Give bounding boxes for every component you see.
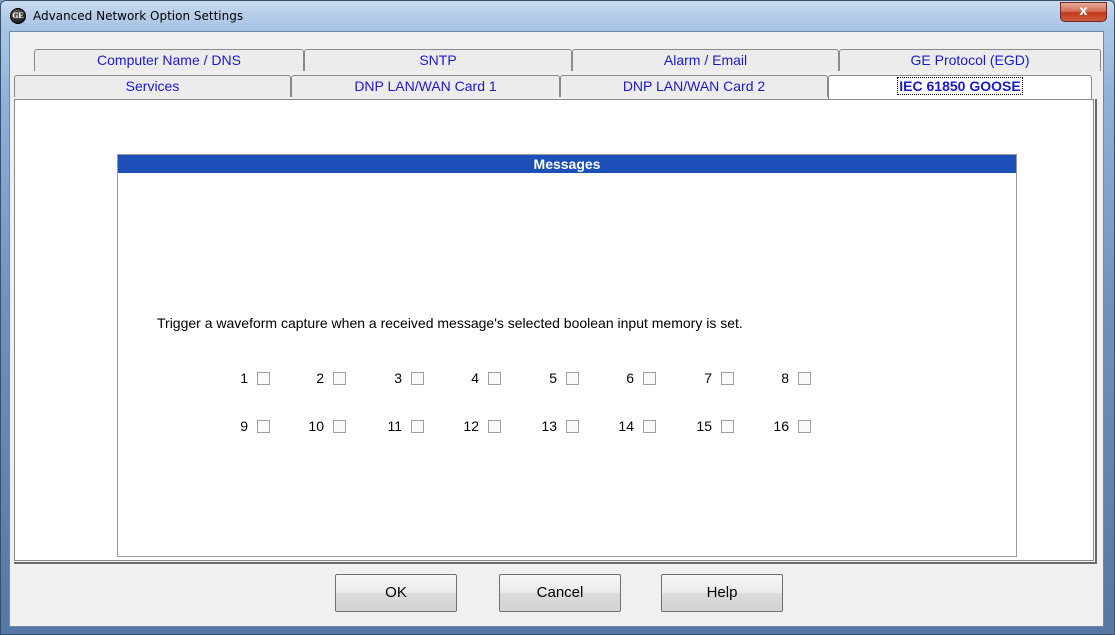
tab-label: Alarm / Email [663, 52, 748, 68]
trigger-instruction-text: Trigger a waveform capture when a receiv… [157, 315, 743, 331]
checkbox-box[interactable] [333, 420, 346, 433]
checkbox-box[interactable] [643, 372, 656, 385]
message-1-checkbox[interactable]: 1 [218, 370, 270, 386]
checkbox-box[interactable] [488, 420, 501, 433]
checkbox-box[interactable] [257, 372, 270, 385]
ok-button[interactable]: OK [335, 574, 457, 612]
help-button[interactable]: Help [661, 574, 783, 612]
message-9-checkbox[interactable]: 9 [218, 418, 270, 434]
messages-group-title: Messages [118, 155, 1016, 173]
message-13-checkbox[interactable]: 13 [527, 418, 579, 434]
message-14-checkbox[interactable]: 14 [604, 418, 656, 434]
checkbox-label: 13 [541, 418, 557, 434]
checkbox-box[interactable] [411, 420, 424, 433]
message-16-checkbox[interactable]: 16 [759, 418, 811, 434]
checkbox-box[interactable] [566, 420, 579, 433]
tab-iec-61850-goose[interactable]: IEC 61850 GOOSE [828, 75, 1092, 99]
tab-label: DNP LAN/WAN Card 2 [622, 78, 766, 94]
tab-dnp-lan-wan-card-2[interactable]: DNP LAN/WAN Card 2 [560, 75, 828, 97]
tab-computer-name-dns[interactable]: Computer Name / DNS [34, 49, 304, 71]
tab-label: Services [125, 78, 180, 94]
checkbox-label: 7 [704, 370, 712, 386]
checkbox-label: 3 [394, 370, 402, 386]
dialog-window: GE Advanced Network Option Settings x Co… [0, 0, 1115, 635]
cancel-button[interactable]: Cancel [499, 574, 621, 612]
checkbox-box[interactable] [566, 372, 579, 385]
window-title: Advanced Network Option Settings [33, 9, 244, 23]
checkbox-label: 16 [773, 418, 789, 434]
message-5-checkbox[interactable]: 5 [527, 370, 579, 386]
checkbox-label: 1 [240, 370, 248, 386]
tab-page-iec-61850-goose: Messages Trigger a waveform capture when… [14, 99, 1094, 561]
checkbox-box[interactable] [721, 372, 734, 385]
tab-alarm-email[interactable]: Alarm / Email [572, 49, 839, 71]
message-4-checkbox[interactable]: 4 [449, 370, 501, 386]
tab-label: GE Protocol (EGD) [910, 52, 1030, 68]
message-6-checkbox[interactable]: 6 [604, 370, 656, 386]
checkbox-label: 8 [781, 370, 789, 386]
tab-label: IEC 61850 GOOSE [897, 77, 1023, 95]
checkbox-label: 15 [696, 418, 712, 434]
checkbox-label: 10 [308, 418, 324, 434]
checkbox-box[interactable] [798, 372, 811, 385]
message-2-checkbox[interactable]: 2 [294, 370, 346, 386]
messages-group: Messages Trigger a waveform capture when… [117, 154, 1017, 557]
message-15-checkbox[interactable]: 15 [682, 418, 734, 434]
tab-label: SNTP [419, 52, 457, 68]
message-8-checkbox[interactable]: 8 [759, 370, 811, 386]
checkbox-box[interactable] [333, 372, 346, 385]
checkbox-label: 14 [618, 418, 634, 434]
close-button[interactable]: x [1060, 2, 1107, 22]
checkbox-box[interactable] [643, 420, 656, 433]
tab-ge-protocol-egd[interactable]: GE Protocol (EGD) [839, 49, 1101, 71]
checkbox-box[interactable] [798, 420, 811, 433]
checkbox-box[interactable] [721, 420, 734, 433]
title-bar[interactable]: GE Advanced Network Option Settings x [1, 1, 1114, 31]
checkbox-box[interactable] [488, 372, 501, 385]
message-3-checkbox[interactable]: 3 [372, 370, 424, 386]
checkbox-label: 2 [316, 370, 324, 386]
checkbox-label: 9 [240, 418, 248, 434]
ge-logo-icon: GE [10, 8, 26, 24]
checkbox-box[interactable] [257, 420, 270, 433]
tab-services[interactable]: Services [14, 75, 291, 97]
tab-sntp[interactable]: SNTP [304, 49, 572, 71]
tab-dnp-lan-wan-card-1[interactable]: DNP LAN/WAN Card 1 [291, 75, 560, 97]
checkbox-box[interactable] [411, 372, 424, 385]
checkbox-label: 5 [549, 370, 557, 386]
tab-label: Computer Name / DNS [97, 52, 241, 68]
checkbox-label: 11 [387, 418, 402, 434]
tab-label: DNP LAN/WAN Card 1 [354, 78, 497, 94]
message-7-checkbox[interactable]: 7 [682, 370, 734, 386]
checkbox-label: 6 [626, 370, 634, 386]
message-11-checkbox[interactable]: 11 [372, 418, 424, 434]
checkbox-label: 12 [463, 418, 479, 434]
message-12-checkbox[interactable]: 12 [449, 418, 501, 434]
dialog-client-area: Computer Name / DNS SNTP Alarm / Email G… [9, 31, 1104, 627]
message-10-checkbox[interactable]: 10 [294, 418, 346, 434]
checkbox-label: 4 [471, 370, 479, 386]
